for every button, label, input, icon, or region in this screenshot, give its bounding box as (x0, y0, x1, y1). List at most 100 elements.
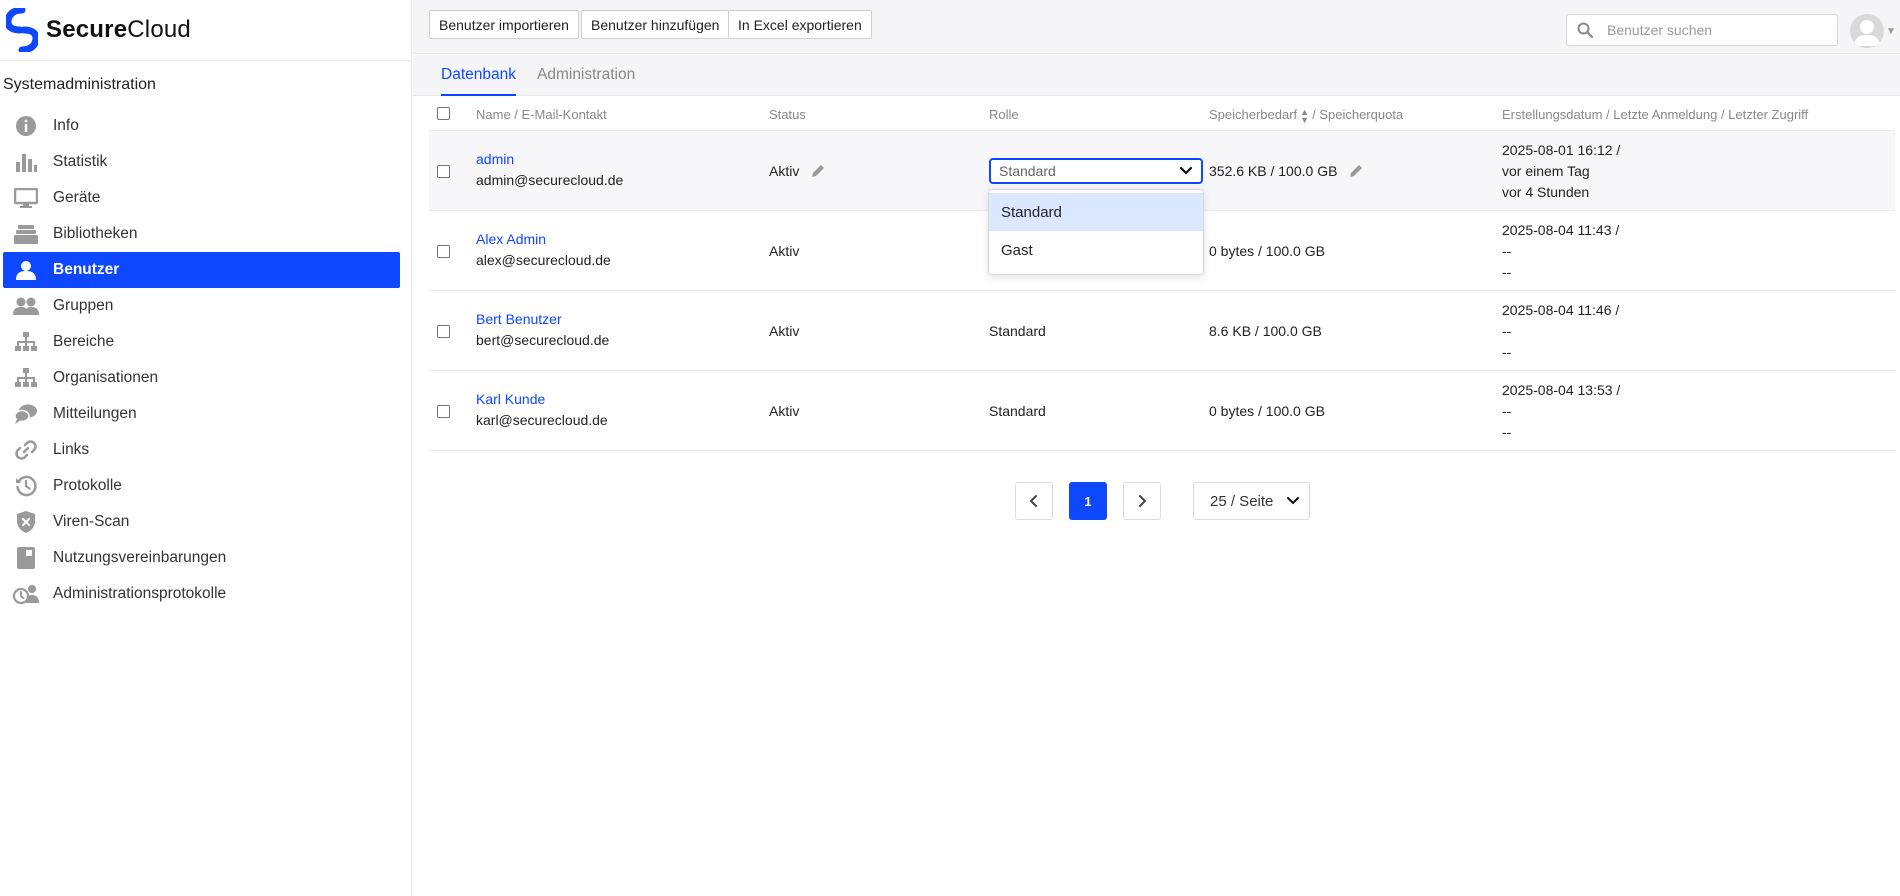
add-user-button[interactable]: Benutzer hinzufügen (581, 10, 730, 39)
shield-icon (13, 511, 39, 533)
chevron-down-icon (1179, 166, 1193, 175)
per-page-value: 25 / Seite (1210, 492, 1274, 510)
column-header-storage-quota: / Speicherquota (1312, 107, 1404, 122)
table-header: Name / E-Mail-Kontakt Status Rolle Speic… (429, 96, 1895, 131)
sidebar-item-gruppen[interactable]: Gruppen (3, 288, 400, 324)
role-select-value: Standard (999, 163, 1056, 179)
user-status: Aktiv (769, 163, 825, 181)
user-name-link[interactable]: admin (476, 151, 514, 167)
logo[interactable]: SecureCloud (0, 0, 412, 61)
row-checkbox[interactable] (437, 405, 450, 418)
monitor-icon (13, 187, 39, 209)
tab-administration[interactable]: Administration (537, 66, 635, 94)
column-header-storage-usage[interactable]: Speicherbedarf (1209, 107, 1297, 122)
sidebar-item-label: Benutzer (53, 261, 120, 278)
chevron-down-icon (1287, 497, 1299, 505)
next-page-button[interactable] (1123, 482, 1161, 520)
sort-icon[interactable]: ▲ ▼ (1300, 107, 1309, 124)
sidebar-item-label: Administrationsprotokolle (53, 585, 227, 602)
row-checkbox[interactable] (437, 165, 450, 178)
page-number-button[interactable]: 1 (1069, 482, 1107, 520)
user-created: 2025-08-01 16:12 / (1502, 142, 1621, 158)
sidebar-item-label: Viren-Scan (53, 513, 130, 530)
library-icon (13, 223, 39, 245)
sidebar-item-label: Info (53, 117, 79, 134)
user-last-access: vor 4 Stunden (1502, 184, 1590, 200)
role-option-gast[interactable]: Gast (989, 231, 1203, 269)
search-box[interactable] (1566, 14, 1838, 46)
user-storage: 352.6 KB / 100.0 GB (1209, 163, 1363, 181)
sidebar-item-label: Bereiche (53, 333, 115, 350)
user-name-link[interactable]: Karl Kunde (476, 391, 545, 407)
sidebar-item-label: Gruppen (53, 297, 114, 314)
column-header-status: Status (769, 107, 806, 122)
sidebar-item-viren-scan[interactable]: Viren-Scan (3, 504, 400, 540)
sidebar-item-mitteilungen[interactable]: Mitteilungen (3, 396, 400, 432)
user-storage: 8.6 KB / 100.0 GB (1209, 323, 1322, 339)
sidebar-item-administrationsprotokolle[interactable]: Administrationsprotokolle (3, 576, 400, 612)
sidebar-item-label: Links (53, 441, 90, 458)
import-users-button[interactable]: Benutzer importieren (429, 10, 579, 39)
column-header-storage: Speicherbedarf ▲ ▼ / Speicherquota (1209, 107, 1403, 124)
chevron-left-icon (1029, 495, 1037, 507)
user-avatar-icon (1854, 20, 1880, 46)
sidebar-item-benutzer[interactable]: Benutzer (3, 252, 400, 288)
sidebar-nav: Info Statistik Geräte Bibliotheken Benut… (3, 108, 400, 612)
role-option-standard[interactable]: Standard (989, 193, 1203, 231)
caret-down-icon[interactable]: ▼ (1886, 26, 1896, 37)
organization-icon (13, 367, 39, 389)
group-icon (13, 295, 39, 317)
user-role[interactable]: Standard (989, 403, 1046, 419)
row-checkbox[interactable] (437, 245, 450, 258)
avatar[interactable] (1850, 14, 1884, 48)
user-name-link[interactable]: Bert Benutzer (476, 311, 562, 327)
per-page-select[interactable]: 25 / Seite (1193, 482, 1310, 520)
sidebar-item-bereiche[interactable]: Bereiche (3, 324, 400, 360)
select-all-checkbox[interactable] (437, 107, 450, 120)
edit-quota-icon[interactable] (1349, 164, 1363, 181)
user-last-login: -- (1502, 403, 1512, 419)
table-row: Bert Benutzer bert@securecloud.de Aktiv … (429, 291, 1895, 371)
user-last-login: -- (1502, 323, 1512, 339)
sidebar-item-geraete[interactable]: Geräte (3, 180, 400, 216)
user-icon (13, 259, 39, 281)
sidebar-item-bibliotheken[interactable]: Bibliotheken (3, 216, 400, 252)
search-input[interactable] (1607, 22, 1817, 38)
sidebar-item-links[interactable]: Links (3, 432, 400, 468)
sidebar-item-label: Organisationen (53, 369, 159, 386)
user-last-access: -- (1502, 264, 1512, 280)
sidebar-item-organisationen[interactable]: Organisationen (3, 360, 400, 396)
storage-text: 352.6 KB / 100.0 GB (1209, 163, 1338, 179)
previous-page-button[interactable] (1015, 482, 1053, 520)
user-storage: 0 bytes / 100.0 GB (1209, 403, 1325, 419)
export-excel-button[interactable]: In Excel exportieren (728, 10, 872, 39)
user-email: alex@securecloud.de (476, 252, 611, 268)
link-icon (13, 439, 39, 461)
role-select[interactable]: Standard (989, 158, 1203, 184)
history-icon (13, 475, 39, 497)
sidebar-item-label: Statistik (53, 153, 108, 170)
sidebar-item-label: Bibliotheken (53, 225, 138, 242)
user-created: 2025-08-04 11:46 / (1502, 302, 1620, 318)
user-last-access: -- (1502, 424, 1512, 440)
tab-datenbank[interactable]: Datenbank (441, 66, 516, 96)
document-icon (13, 547, 39, 569)
row-checkbox[interactable] (437, 325, 450, 338)
search-icon (1577, 22, 1593, 38)
user-last-access: -- (1502, 344, 1512, 360)
sidebar-item-statistik[interactable]: Statistik (3, 144, 400, 180)
user-role[interactable]: Standard (989, 323, 1046, 339)
column-header-dates: Erstellungsdatum / Letzte Anmeldung / Le… (1502, 107, 1809, 122)
info-icon (13, 115, 39, 137)
user-name-link[interactable]: Alex Admin (476, 231, 546, 247)
sidebar-item-label: Mitteilungen (53, 405, 137, 422)
edit-status-icon[interactable] (811, 164, 825, 181)
sidebar-item-info[interactable]: Info (3, 108, 400, 144)
sitemap-icon (13, 331, 39, 353)
sidebar-item-protokolle[interactable]: Protokolle (3, 468, 400, 504)
user-created: 2025-08-04 11:43 / (1502, 222, 1620, 238)
column-header-role: Rolle (989, 107, 1019, 122)
sidebar-item-nutzungsvereinbarungen[interactable]: Nutzungsvereinbarungen (3, 540, 400, 576)
user-email: admin@securecloud.de (476, 172, 624, 188)
user-created: 2025-08-04 13:53 / (1502, 382, 1621, 398)
